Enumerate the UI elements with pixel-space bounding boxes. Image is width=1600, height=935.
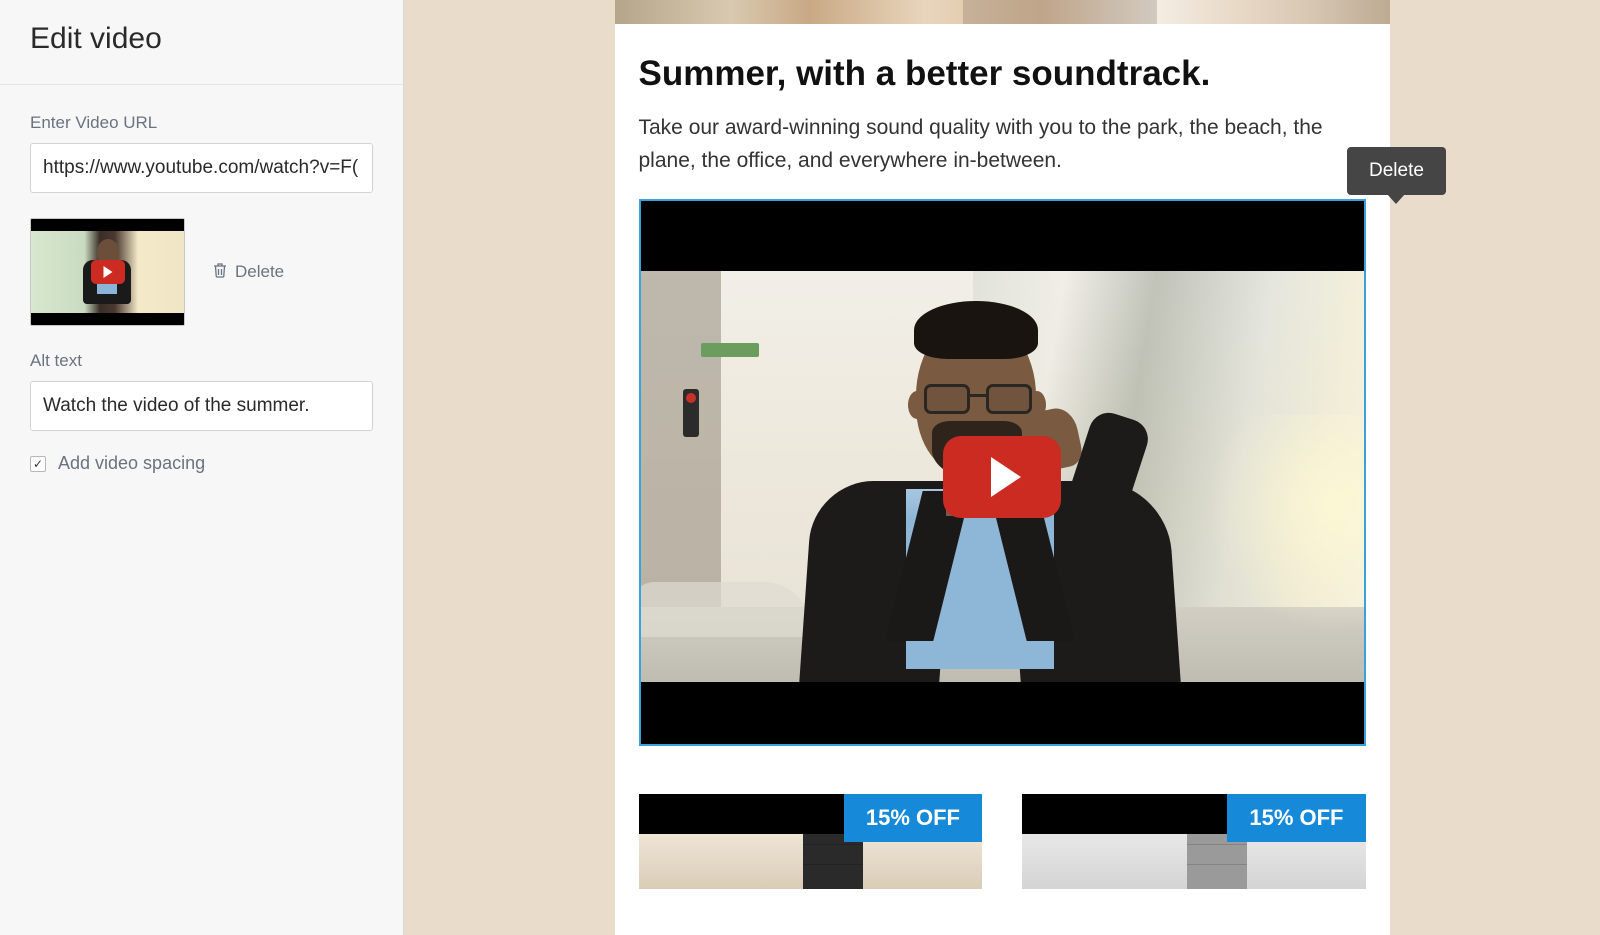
email-headline: Summer, with a better soundtrack. (639, 54, 1366, 94)
video-spacing-label: Add video spacing (58, 453, 205, 474)
video-spacing-checkbox[interactable]: ✓ (30, 456, 46, 472)
email-body-text: Take our award-winning sound quality wit… (639, 112, 1366, 177)
delete-tooltip[interactable]: Delete (1347, 147, 1446, 195)
delete-link-label: Delete (235, 262, 284, 282)
panel-body: Enter Video URL (0, 85, 403, 502)
delete-video-link[interactable]: Delete (213, 262, 284, 283)
video-block-selected[interactable] (639, 199, 1366, 746)
edit-video-panel: Edit video Enter Video URL (0, 0, 404, 935)
promo-badge: 15% OFF (1227, 794, 1365, 842)
promo-badge: 15% OFF (844, 794, 982, 842)
video-url-input[interactable] (30, 143, 373, 193)
thumbnail-row: Delete (30, 218, 373, 326)
promo-card[interactable]: 15% OFF (639, 794, 983, 889)
video-url-label: Enter Video URL (30, 113, 373, 133)
email-content: Summer, with a better soundtrack. Take o… (615, 24, 1390, 909)
panel-header: Edit video (0, 0, 403, 85)
play-icon (91, 260, 125, 284)
trash-icon (213, 262, 227, 283)
preview-canvas: Summer, with a better soundtrack. Take o… (404, 0, 1600, 935)
alt-text-label: Alt text (30, 351, 373, 371)
video-frame (641, 271, 1364, 682)
hero-image-strip (615, 0, 1390, 24)
alt-text-input[interactable] (30, 381, 373, 431)
video-thumbnail[interactable] (30, 218, 185, 326)
email-canvas: Summer, with a better soundtrack. Take o… (615, 0, 1390, 935)
promo-card[interactable]: 15% OFF (1022, 794, 1366, 889)
video-spacing-row[interactable]: ✓ Add video spacing (30, 453, 373, 474)
panel-title: Edit video (30, 22, 373, 56)
play-icon[interactable] (943, 436, 1061, 518)
promo-row: 15% OFF 15% OFF (639, 794, 1366, 889)
